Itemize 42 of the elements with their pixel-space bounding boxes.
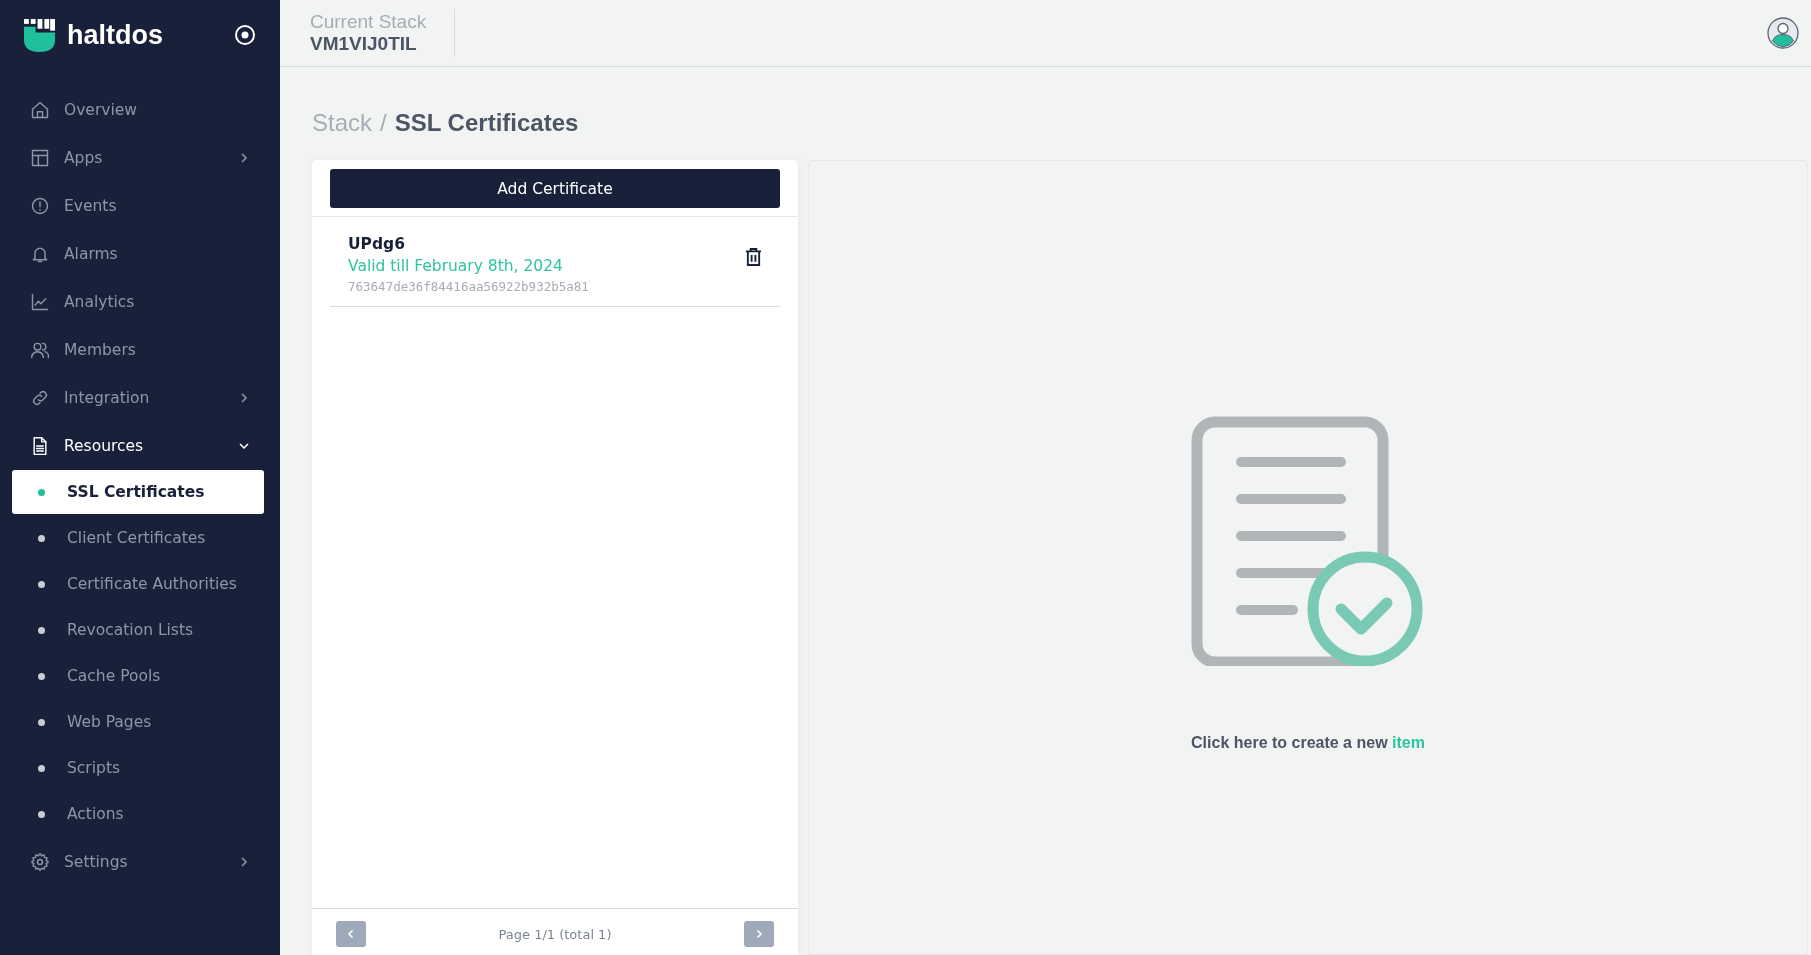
certificate-name[interactable]: UPdg6 (348, 235, 589, 253)
pagination-text: Page 1/1 (total 1) (498, 926, 612, 942)
nav-subitem[interactable]: Web Pages (12, 700, 264, 744)
home-icon (30, 100, 50, 120)
alert-icon (30, 196, 50, 216)
nav-subitem[interactable]: Certificate Authorities (12, 562, 264, 606)
brand-name: haltdos (67, 19, 164, 51)
nav-subitem[interactable]: SSL Certificates (12, 470, 264, 514)
nav-item[interactable]: Alarms (0, 230, 280, 278)
create-item-prompt: Click here to create a new item (1191, 734, 1425, 752)
nav-subitem[interactable]: Scripts (12, 746, 264, 790)
avatar-icon[interactable] (1767, 17, 1799, 49)
link-icon (30, 388, 50, 408)
gear-icon (30, 852, 50, 872)
nav-item[interactable]: Members (0, 326, 280, 374)
layout-icon (30, 148, 50, 168)
nav-subitem[interactable]: Client Certificates (12, 516, 264, 560)
add-certificate-button[interactable]: Add Certificate (330, 169, 780, 208)
nav-item[interactable]: Analytics (0, 278, 280, 326)
nav-item[interactable]: Overview (0, 86, 280, 134)
nav-subitem[interactable]: Actions (12, 792, 264, 836)
nav-subitem[interactable]: Revocation Lists (12, 608, 264, 652)
trash-icon[interactable] (745, 247, 762, 267)
chevron-left-icon (346, 929, 356, 939)
nav-item[interactable]: Integration (0, 374, 280, 422)
nav-item[interactable]: Events (0, 182, 280, 230)
validity-text: Valid till February 8th, 2024 (348, 257, 564, 275)
nav-item[interactable]: Apps (0, 134, 280, 182)
page-title: SSL Certificates (394, 109, 579, 137)
breadcrumb-separator: / (380, 109, 387, 137)
users-icon (30, 340, 50, 360)
nav-subitem[interactable]: Cache Pools (12, 654, 264, 698)
certificate-fingerprint: 763647de36f84416aa56922b932b5a81 (348, 279, 589, 294)
chart-icon (30, 292, 50, 312)
target-icon[interactable] (234, 24, 256, 46)
file-icon (30, 436, 50, 456)
chevron-right-icon (754, 929, 764, 939)
logo-icon (24, 18, 55, 52)
nav-item[interactable]: Resources (0, 422, 280, 470)
stack-label: Current Stack (310, 11, 427, 33)
stack-name[interactable]: VM1VIJ0TIL (310, 33, 427, 55)
nav-item[interactable]: Settings (0, 838, 280, 886)
